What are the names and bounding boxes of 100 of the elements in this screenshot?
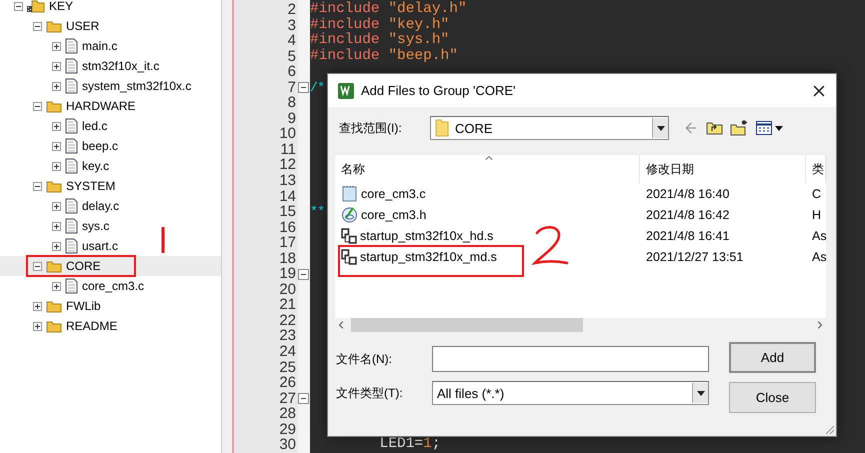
expand-icon[interactable] bbox=[52, 122, 61, 130]
tree-label: core_cm3.c bbox=[82, 279, 144, 293]
file-name[interactable]: startup_stm32f10x_md.s bbox=[360, 250, 497, 264]
tree-label: delay.c bbox=[82, 199, 120, 213]
tree-row[interactable]: SYSTEM bbox=[0, 176, 221, 196]
tree-row[interactable]: delay.c bbox=[0, 196, 221, 216]
file-date: 2021/12/27 13:51 bbox=[645, 250, 744, 264]
dialog-button[interactable]: Close bbox=[729, 382, 816, 413]
file-type: As bbox=[811, 228, 827, 242]
gears-icon bbox=[341, 248, 357, 264]
fold-toggle-icon[interactable] bbox=[298, 82, 309, 93]
tree-label: KEY bbox=[49, 0, 74, 13]
file-name[interactable]: core_cm3.c bbox=[361, 186, 426, 200]
code-line: #include "key.h" bbox=[310, 18, 450, 33]
expand-icon[interactable] bbox=[52, 82, 61, 90]
line-number: 23 bbox=[278, 328, 297, 344]
expand-icon[interactable] bbox=[52, 282, 61, 290]
line-number: 26 bbox=[278, 375, 297, 391]
view-menu-icon[interactable] bbox=[756, 121, 784, 135]
file-icon bbox=[65, 218, 78, 234]
folder-icon bbox=[46, 100, 62, 112]
file-type-dropdown[interactable]: All files (*.*) bbox=[432, 381, 709, 405]
new-folder-icon[interactable] bbox=[730, 120, 749, 136]
tree-label: CORE bbox=[66, 259, 101, 273]
line-number: 24 bbox=[278, 344, 297, 360]
file-icon bbox=[65, 278, 78, 294]
tree-label: key.c bbox=[82, 159, 110, 173]
folder-icon bbox=[46, 300, 62, 312]
tree-row[interactable]: README bbox=[0, 316, 221, 336]
look-in-dropdown[interactable]: CORE bbox=[430, 116, 669, 140]
handwritten-mark-drawing bbox=[531, 223, 571, 267]
expand-icon[interactable] bbox=[52, 62, 61, 70]
line-number: 10 bbox=[278, 126, 297, 142]
expand-icon[interactable] bbox=[52, 222, 61, 230]
tree-row[interactable]: beep.c bbox=[0, 136, 221, 156]
tree-row[interactable]: FWLib bbox=[0, 296, 221, 316]
tree-label: system_stm32f10x.c bbox=[82, 79, 192, 93]
tree-label: main.c bbox=[82, 39, 118, 53]
expand-icon[interactable] bbox=[33, 302, 42, 310]
line-number: 5 bbox=[286, 48, 297, 64]
line-number: 18 bbox=[278, 250, 297, 266]
file-icon bbox=[65, 38, 78, 54]
tree-label: USER bbox=[66, 19, 100, 33]
line-number: 28 bbox=[278, 406, 297, 422]
line-number: 14 bbox=[278, 188, 297, 204]
file-name[interactable]: core_cm3.h bbox=[361, 208, 426, 222]
expand-icon[interactable] bbox=[52, 242, 61, 250]
annotation-stroke bbox=[160, 227, 166, 253]
column-header[interactable]: 修改日期 bbox=[640, 155, 806, 183]
expand-icon[interactable] bbox=[52, 202, 61, 210]
tree-row[interactable]: CORE bbox=[0, 256, 221, 276]
collapse-icon[interactable] bbox=[33, 102, 42, 110]
tree-row[interactable]: main.c bbox=[0, 36, 221, 56]
collapse-icon[interactable] bbox=[33, 262, 42, 270]
tree-row[interactable]: HARDWARE bbox=[0, 96, 221, 116]
expand-icon[interactable] bbox=[52, 142, 61, 150]
line-number: 22 bbox=[278, 312, 297, 328]
line-number: 17 bbox=[278, 235, 297, 251]
code-line: #include "delay.h" bbox=[310, 2, 467, 18]
folder-icon bbox=[46, 20, 62, 32]
file-icon bbox=[65, 198, 78, 214]
file-name[interactable]: startup_stm32f10x_hd.s bbox=[360, 228, 494, 242]
file-name-field[interactable] bbox=[432, 346, 709, 372]
fold-toggle-icon[interactable] bbox=[298, 268, 309, 280]
folder-icon bbox=[46, 260, 62, 272]
up-folder-icon[interactable] bbox=[706, 121, 723, 135]
file-icon bbox=[65, 118, 78, 134]
collapse-icon[interactable] bbox=[33, 22, 42, 30]
file-type: C bbox=[811, 186, 822, 200]
file-date: 2021/4/8 16:42 bbox=[645, 208, 730, 222]
dropdown-arrow-icon bbox=[696, 390, 704, 396]
expand-icon[interactable] bbox=[52, 42, 61, 50]
tree-label: stm32f10x_it.c bbox=[82, 59, 160, 73]
line-number: 9 bbox=[286, 110, 297, 126]
tree-row[interactable]: stm32f10x_it.c bbox=[0, 56, 221, 76]
resize-grip-icon[interactable] bbox=[823, 423, 835, 435]
folder-icon bbox=[435, 119, 449, 137]
tree-label: README bbox=[66, 319, 118, 333]
collapse-icon[interactable] bbox=[33, 182, 42, 190]
line-number: 6 bbox=[286, 64, 297, 80]
column-header[interactable]: 名称 bbox=[335, 155, 640, 183]
column-header[interactable]: 类 bbox=[806, 155, 826, 183]
tree-row[interactable]: core_cm3.c bbox=[0, 276, 221, 296]
tree-row[interactable]: usart.c bbox=[0, 236, 221, 256]
tree-row[interactable]: sys.c bbox=[0, 216, 221, 236]
tree-row[interactable]: key.c bbox=[0, 156, 221, 176]
collapse-icon[interactable] bbox=[14, 2, 23, 10]
folder-icon bbox=[46, 320, 62, 332]
app-icon bbox=[338, 82, 354, 98]
tree-row[interactable]: KEY bbox=[0, 0, 221, 16]
expand-icon[interactable] bbox=[33, 322, 42, 330]
line-number: 20 bbox=[278, 282, 297, 298]
line-number: 12 bbox=[278, 157, 297, 174]
tree-row[interactable]: system_stm32f10x.c bbox=[0, 76, 221, 96]
tree-row[interactable]: USER bbox=[0, 16, 221, 36]
fold-toggle-icon[interactable] bbox=[298, 392, 309, 404]
expand-icon[interactable] bbox=[52, 162, 61, 170]
code-line: LED1=1; bbox=[378, 437, 441, 453]
tree-row[interactable]: led.c bbox=[0, 116, 221, 136]
dialog-button[interactable]: Add bbox=[729, 342, 816, 373]
